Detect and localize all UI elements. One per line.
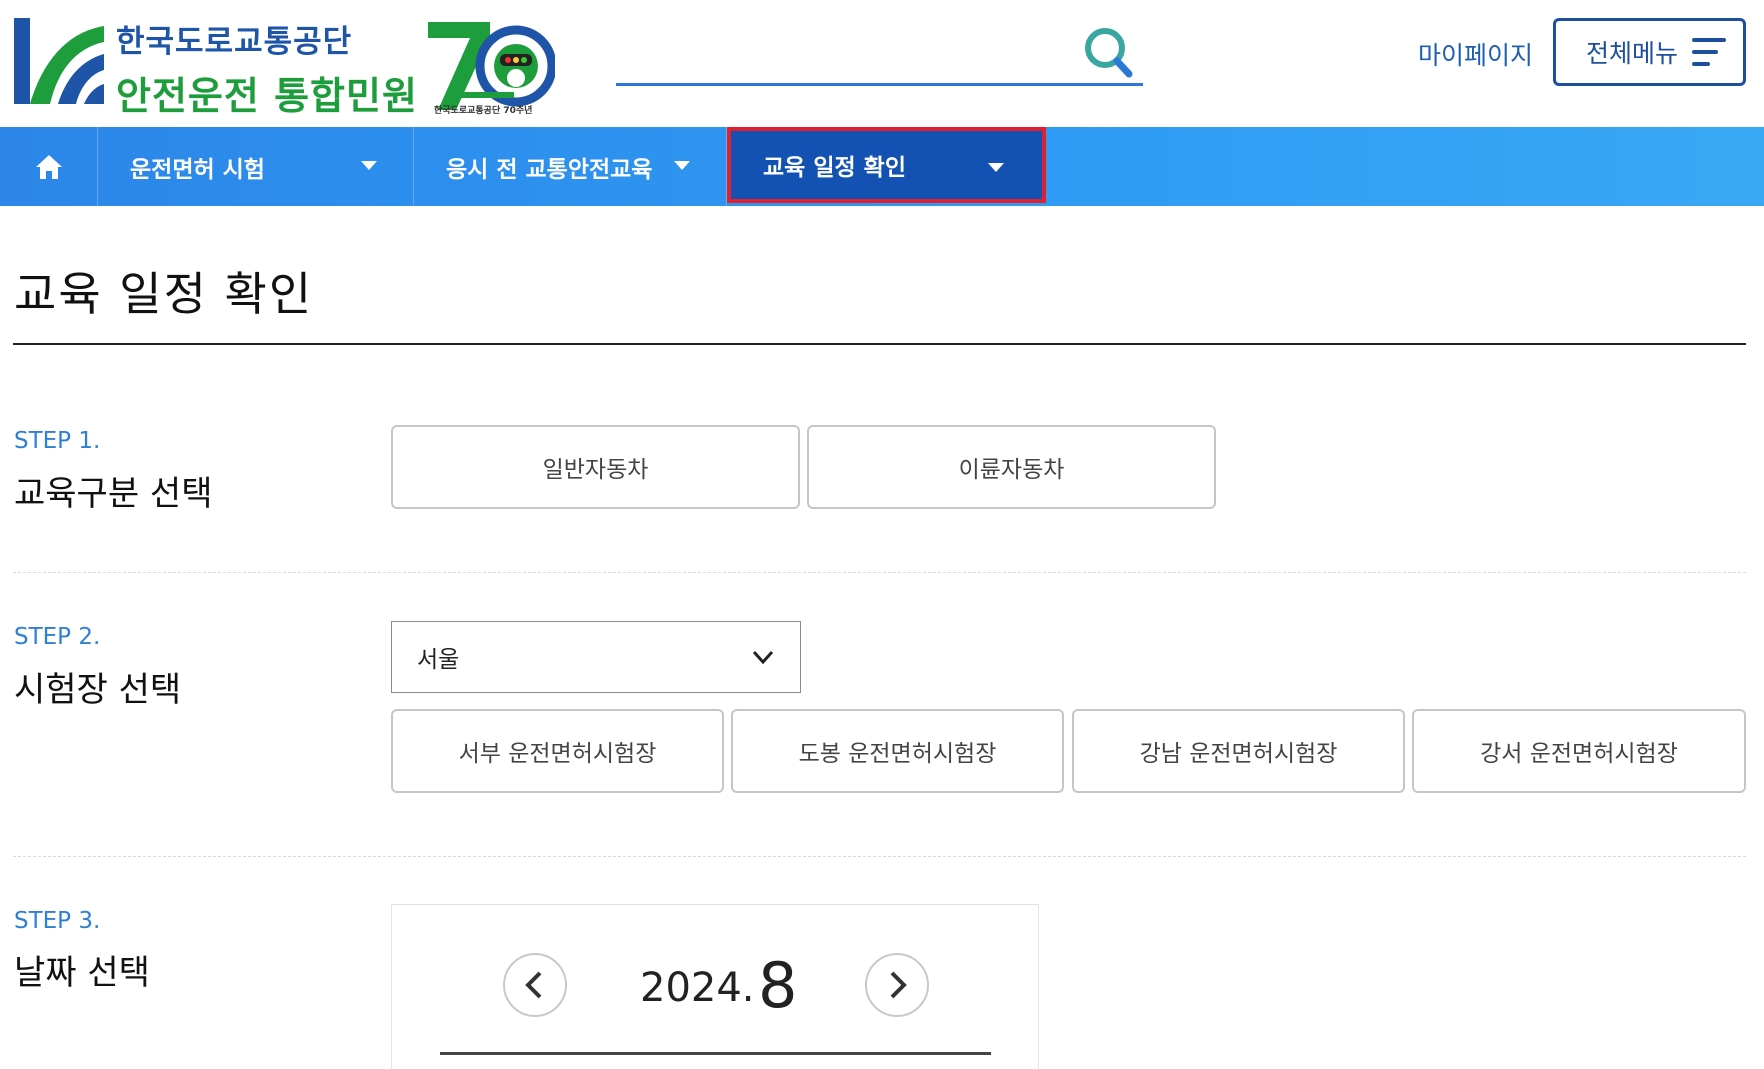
nav-item-label: 운전면허 시험 (130, 156, 265, 183)
caret-down-icon (988, 163, 1004, 172)
calendar-year: 2024. (640, 965, 755, 1011)
step1-label: STEP 1. (14, 428, 101, 454)
site-header: 한국도로교통공단 안전운전 통합민원 한국도로교통공단 70주년 마이페이지 전… (0, 0, 1764, 127)
nav-item-license-exam[interactable]: 운전면허 시험 (98, 127, 414, 206)
chevron-right-icon (890, 971, 907, 999)
all-menu-label: 전체메뉴 (1586, 39, 1679, 68)
center-gangnam-button[interactable]: 강남 운전면허시험장 (1072, 709, 1405, 793)
mypage-link[interactable]: 마이페이지 (1418, 36, 1533, 72)
logo-service-name: 안전운전 통합민원 (116, 74, 418, 118)
chevron-left-icon (525, 971, 542, 999)
section-divider (13, 572, 1746, 573)
calendar-panel: 2024. 8 (391, 904, 1039, 1069)
region-select[interactable]: 서울 (391, 621, 801, 693)
main-nav: 운전면허 시험 응시 전 교통안전교육 교육 일정 확인 (0, 127, 1764, 206)
all-menu-button[interactable]: 전체메뉴 (1553, 18, 1746, 86)
region-select-value: 서울 (417, 647, 460, 673)
center-gangseo-button[interactable]: 강서 운전면허시험장 (1412, 709, 1746, 793)
title-divider (13, 343, 1746, 345)
step2-label: STEP 2. (14, 624, 101, 650)
nav-item-label: 응시 전 교통안전교육 (446, 156, 653, 183)
nav-home-button[interactable] (0, 127, 98, 206)
section-divider (13, 856, 1746, 857)
nav-item-education-schedule[interactable]: 교육 일정 확인 (727, 127, 1046, 203)
hamburger-icon (1692, 35, 1728, 69)
home-icon (35, 154, 62, 179)
calendar-header-divider (440, 1052, 991, 1055)
step3-label: STEP 3. (14, 908, 101, 934)
anniversary-caption: 한국도로교통공단 70주년 (434, 106, 533, 116)
koroad-logo-icon (14, 18, 104, 104)
option-motorcycle-button[interactable]: 이륜자동차 (807, 425, 1216, 509)
calendar-month: 8 (758, 949, 798, 1022)
site-logo[interactable]: 한국도로교통공단 안전운전 통합민원 (14, 18, 418, 120)
caret-down-icon (361, 161, 377, 170)
caret-down-icon (674, 161, 690, 170)
logo-org-name: 한국도로교통공단 (116, 24, 353, 60)
step1-title: 교육구분 선택 (14, 474, 213, 514)
option-general-car-button[interactable]: 일반자동차 (391, 425, 800, 509)
search-icon[interactable] (1083, 24, 1135, 82)
next-month-button[interactable] (865, 953, 929, 1017)
nav-item-label: 교육 일정 확인 (763, 155, 906, 181)
center-seobu-button[interactable]: 서부 운전면허시험장 (391, 709, 724, 793)
step2-title: 시험장 선택 (14, 670, 182, 710)
nav-item-safety-education[interactable]: 응시 전 교통안전교육 (414, 127, 727, 206)
step3-title: 날짜 선택 (14, 953, 150, 993)
center-dobong-button[interactable]: 도봉 운전면허시험장 (731, 709, 1064, 793)
page-title: 교육 일정 확인 (14, 267, 314, 321)
search-bar (616, 16, 1143, 86)
prev-month-button[interactable] (503, 953, 567, 1017)
search-input[interactable] (616, 30, 1066, 76)
chevron-down-icon (752, 650, 774, 665)
